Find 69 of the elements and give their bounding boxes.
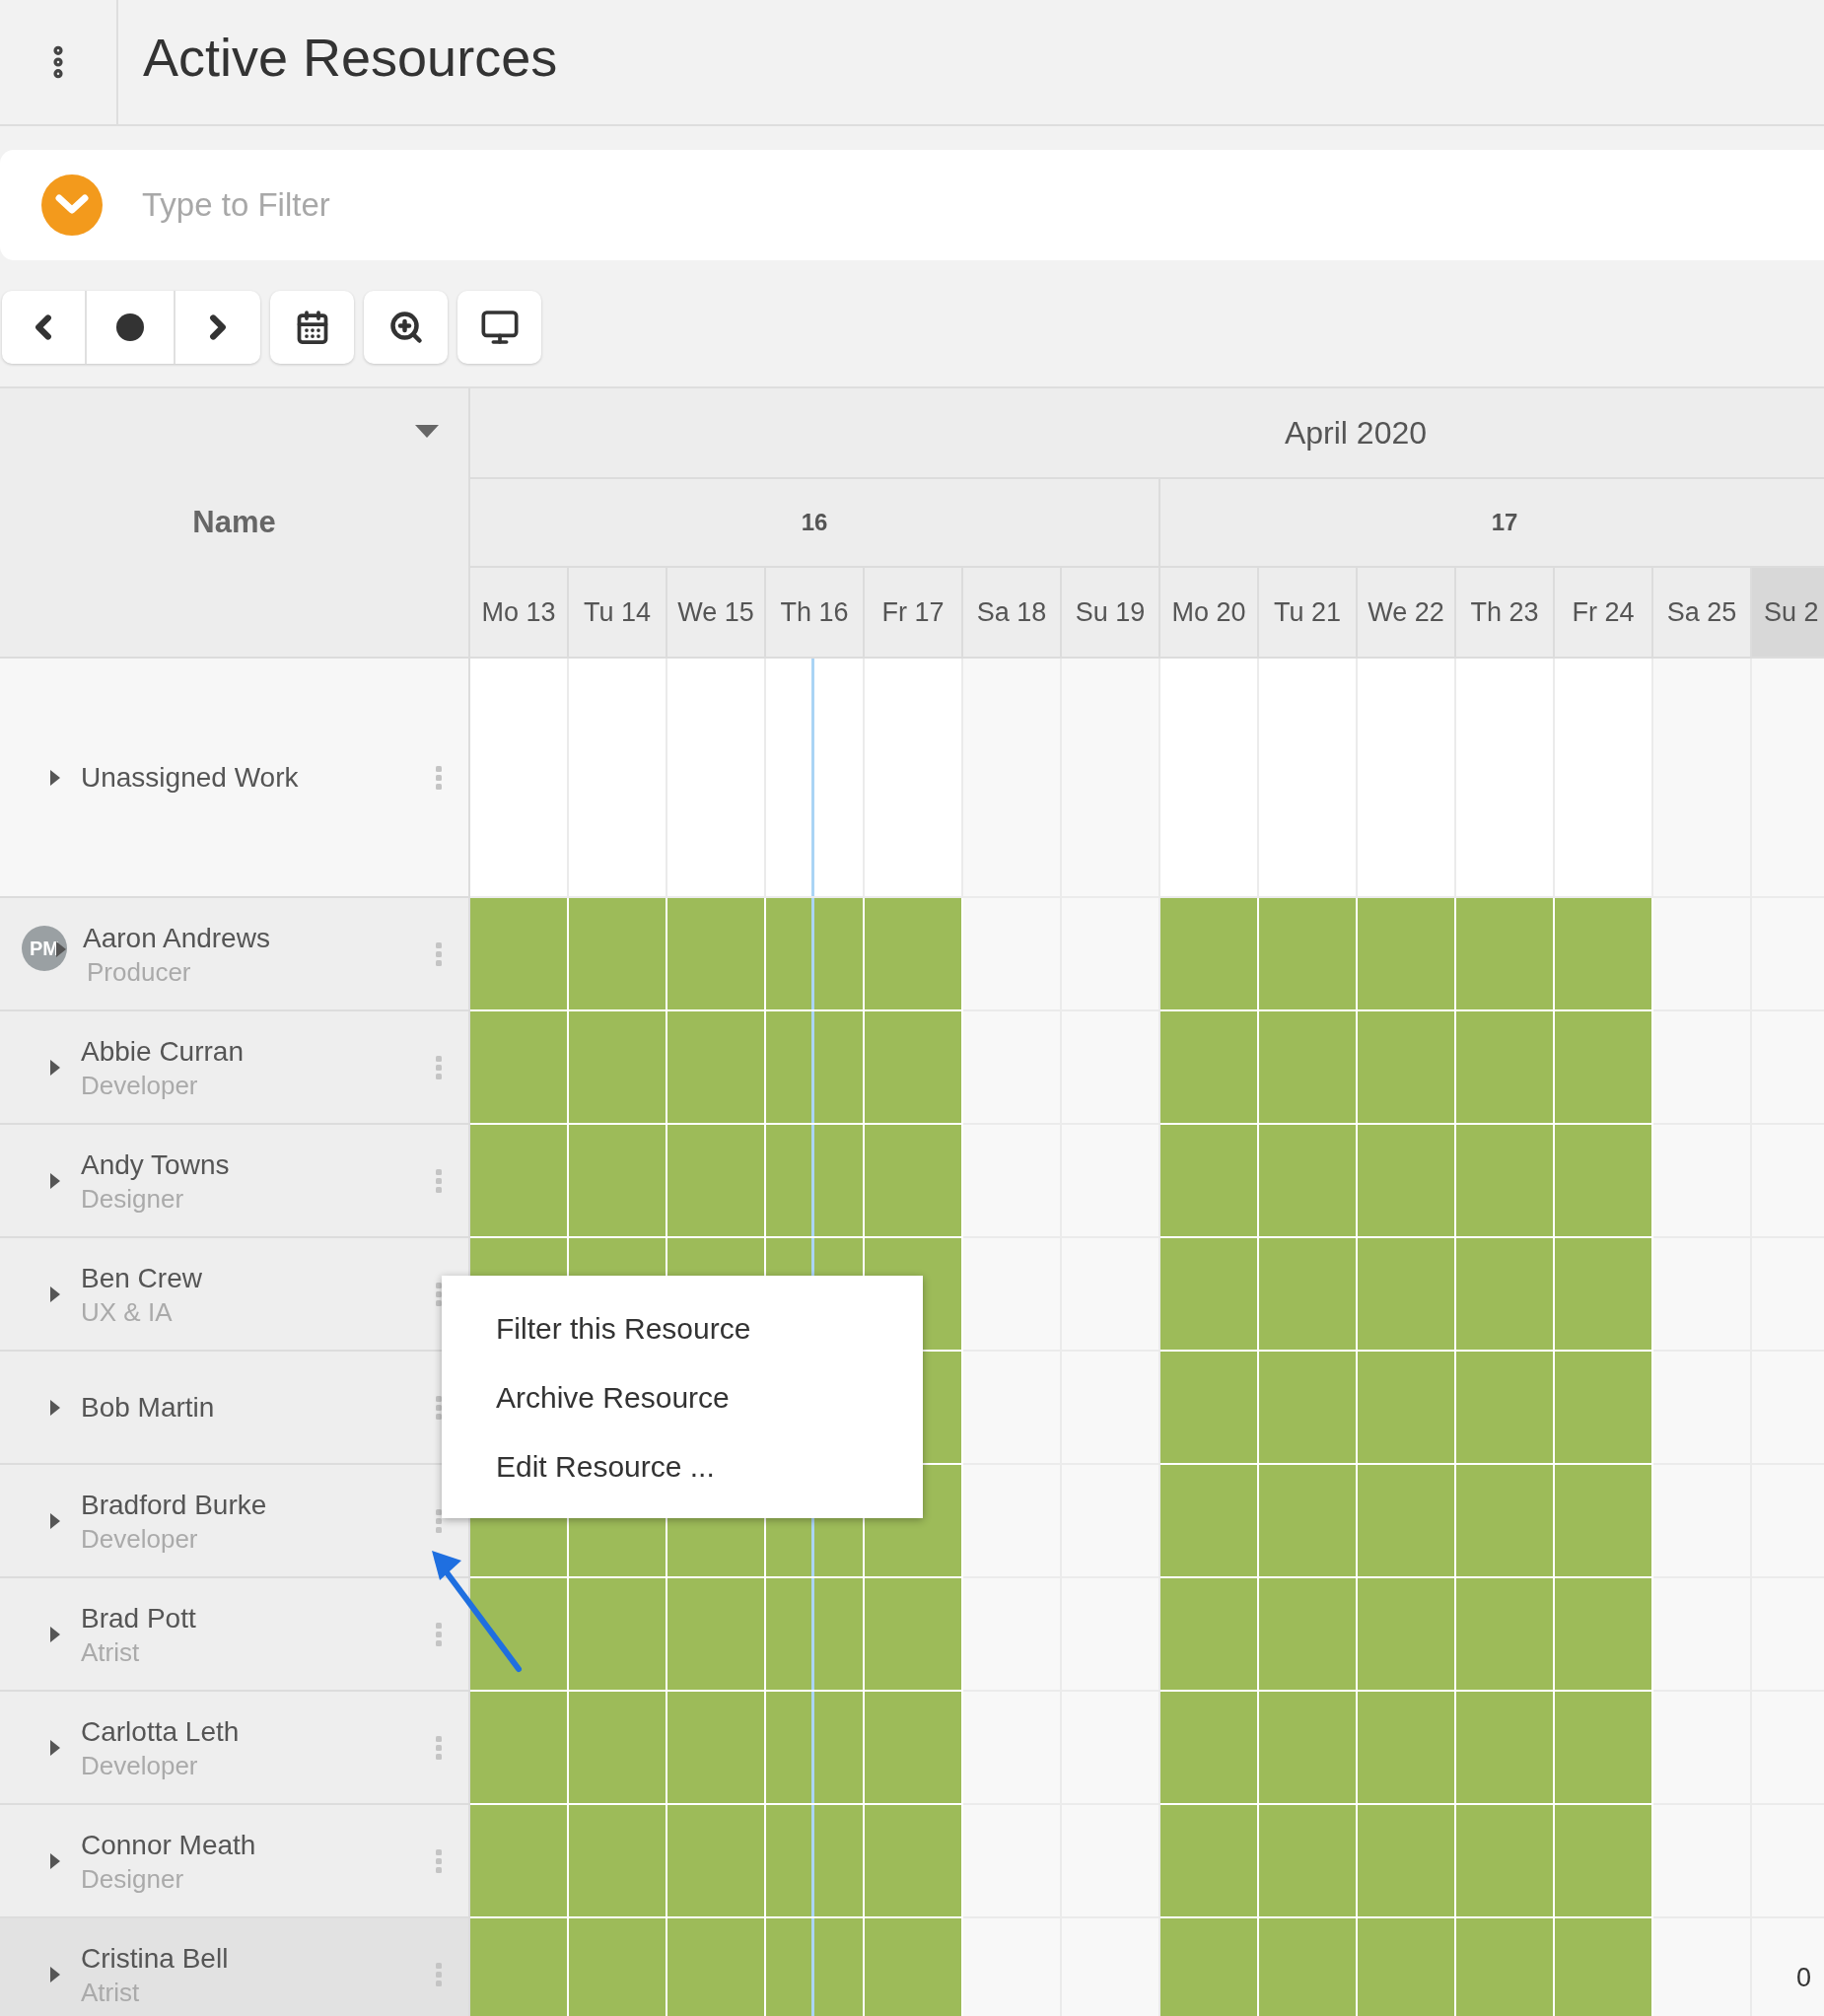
day-header: Fr 24 [1555,568,1653,659]
day-header: Su 2 [1752,568,1824,659]
day-header: Th 16 [766,568,865,659]
resource-row[interactable]: Andy Towns Designer [0,1125,470,1238]
resource-row[interactable]: Carlotta Leth Developer [0,1692,470,1805]
dropdown-caret-icon[interactable] [415,425,439,438]
resource-role: Producer [87,955,192,988]
resource-name: Andy Towns [81,1147,231,1182]
page-title: Active Resources [143,27,558,89]
expand-caret-icon[interactable] [49,1398,61,1417]
expand-caret-icon[interactable] [49,1625,61,1643]
resource-name: Ben Crew [81,1261,203,1295]
resource-row[interactable]: Brad Pott Atrist [0,1578,470,1692]
resource-role: Developer [81,1522,199,1555]
resource-row[interactable]: Connor Meath Designer [0,1805,470,1918]
resource-name: Cristina Bell [81,1941,230,1976]
day-header: Sa 25 [1653,568,1752,659]
resource-row[interactable]: Unassigned Work [0,659,470,898]
resource-name: Carlotta Leth [81,1714,241,1749]
filter-bar[interactable]: Type to Filter [0,150,1824,260]
expand-caret-icon[interactable] [49,1965,61,1983]
resource-role: Developer [81,1069,199,1101]
day-header: Sa 18 [963,568,1062,659]
expand-caret-icon[interactable] [49,1171,61,1190]
zoom-button[interactable] [364,291,448,364]
resource-role: Atrist [81,1976,141,2008]
resource-role: Developer [81,1749,199,1781]
resource-name: Unassigned Work [81,760,300,795]
resource-name: Abbie Curran [81,1034,245,1069]
week-header: 16 [470,479,1160,568]
dot-icon [116,313,144,341]
expand-caret-icon[interactable] [49,1058,61,1077]
week-header: 17 [1160,479,1824,568]
day-header: Tu 21 [1259,568,1358,659]
name-column-header[interactable]: Name [0,388,470,659]
resource-role: Designer [81,1182,185,1215]
resource-name: Brad Pott [81,1601,197,1635]
monitor-icon [479,308,520,347]
day-header: Mo 20 [1160,568,1259,659]
expand-caret-icon[interactable] [49,1738,61,1757]
expand-caret-icon[interactable] [49,1285,61,1303]
day-header: We 15 [667,568,766,659]
month-header: April 2020 [470,388,1824,479]
day-header: We 22 [1358,568,1456,659]
count-text: 0 [1795,1962,1811,1994]
resource-role: Atrist [81,1635,141,1668]
day-header: Th 23 [1456,568,1555,659]
expand-caret-icon[interactable] [49,1511,61,1530]
resource-name: Bradford Burke [81,1488,268,1522]
day-header: Fr 17 [865,568,963,659]
resource-name: Bob Martin [81,1390,216,1425]
display-button[interactable] [457,291,541,364]
name-header-text: Name [192,503,276,541]
expand-caret-icon[interactable] [49,768,61,787]
resource-role: UX & IA [81,1295,174,1328]
filter-field[interactable]: Type to Filter [142,180,1824,230]
resource-row[interactable]: Bradford Burke Developer [0,1465,470,1578]
resource-row[interactable]: Cristina Bell Atrist [0,1918,470,2016]
day-header: Tu 14 [569,568,667,659]
resource-role: Designer [81,1862,185,1895]
day-header: Su 19 [1062,568,1160,659]
resource-row[interactable]: Ben Crew UX & IA [0,1238,470,1352]
day-header: Mo 13 [470,568,569,659]
zoom-in-icon [387,310,424,345]
calendar-button[interactable] [270,291,354,364]
expand-caret-icon[interactable] [49,1851,61,1870]
resource-row[interactable]: Abbie Curran Developer [0,1011,470,1125]
resource-name: Aaron Andrews [83,921,271,955]
resource-name: Connor Meath [81,1828,257,1862]
